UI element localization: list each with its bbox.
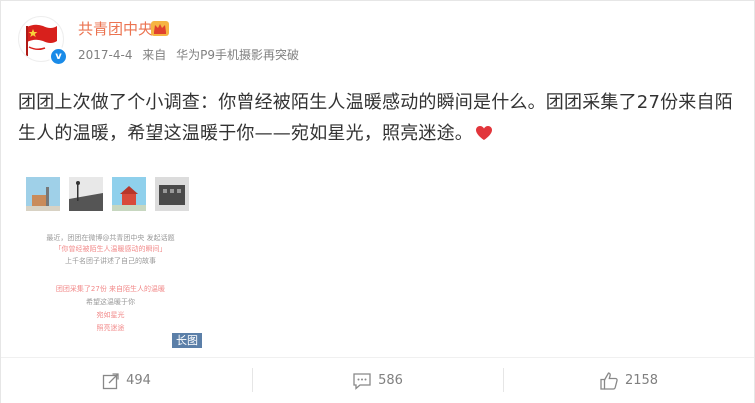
comment-count: 586 [378,373,403,388]
image-text-line: 上千名团子讲述了自己的故事 [65,257,156,265]
member-crown-icon[interactable] [150,19,170,37]
post-source[interactable]: 华为P9手机摄影再突破 [176,48,299,62]
image-text-line: 「你曾经被陌生人温暖感动的瞬间」 [54,245,167,253]
forward-button[interactable]: 494 [1,358,252,403]
photo-thumb-red-house [112,177,146,211]
image-text-line: 宛如星光 [96,311,125,319]
thumbs-up-icon [600,371,618,390]
comment-button[interactable]: 586 [252,358,503,403]
like-button[interactable]: 2158 [503,358,754,403]
comment-icon [353,372,371,390]
post-text: 团团上次做了个小调查：你曾经被陌生人温暖感动的瞬间是什么。团团采集了27份来自陌… [18,87,743,149]
long-image-preview[interactable]: 最近，团团在微博@共青团中央 发起话题 「你曾经被陌生人温暖感动的瞬间」 上千名… [18,172,203,351]
verified-badge-icon: v [49,47,68,66]
post-text-content: 团团上次做了个小调查：你曾经被陌生人温暖感动的瞬间是什么。团团采集了27份来自陌… [18,92,733,144]
image-text-line: 最近，团团在微博@共青团中央 发起话题 [46,234,175,242]
image-text-line: 团团采集了27份 来自陌生人的温暖 [55,285,166,293]
forward-count: 494 [126,373,151,388]
weibo-post-card: v 共青团中央 2017-4-4 来自 华为P9手机摄影再突破 团团上次做了个小… [0,0,755,403]
avatar[interactable]: v [18,16,68,66]
source-prefix: 来自 [142,48,167,62]
action-bar: 494 586 2158 [1,357,754,403]
image-text-line: 照亮迷途 [96,324,125,332]
long-image-tag: 长图 [172,333,202,348]
photo-thumb-building [155,177,189,211]
author-name[interactable]: 共青团中央 [78,18,153,39]
post-date[interactable]: 2017-4-4 [78,48,132,62]
like-count: 2158 [624,373,659,388]
image-text-line: 希望这温暖于你 [86,298,135,306]
photo-thumb-house [26,177,60,211]
heart-emoji-icon [476,126,492,140]
photo-thumb-street [69,177,103,211]
post-meta: 2017-4-4 来自 华为P9手机摄影再突破 [78,46,305,63]
forward-icon [102,372,119,389]
